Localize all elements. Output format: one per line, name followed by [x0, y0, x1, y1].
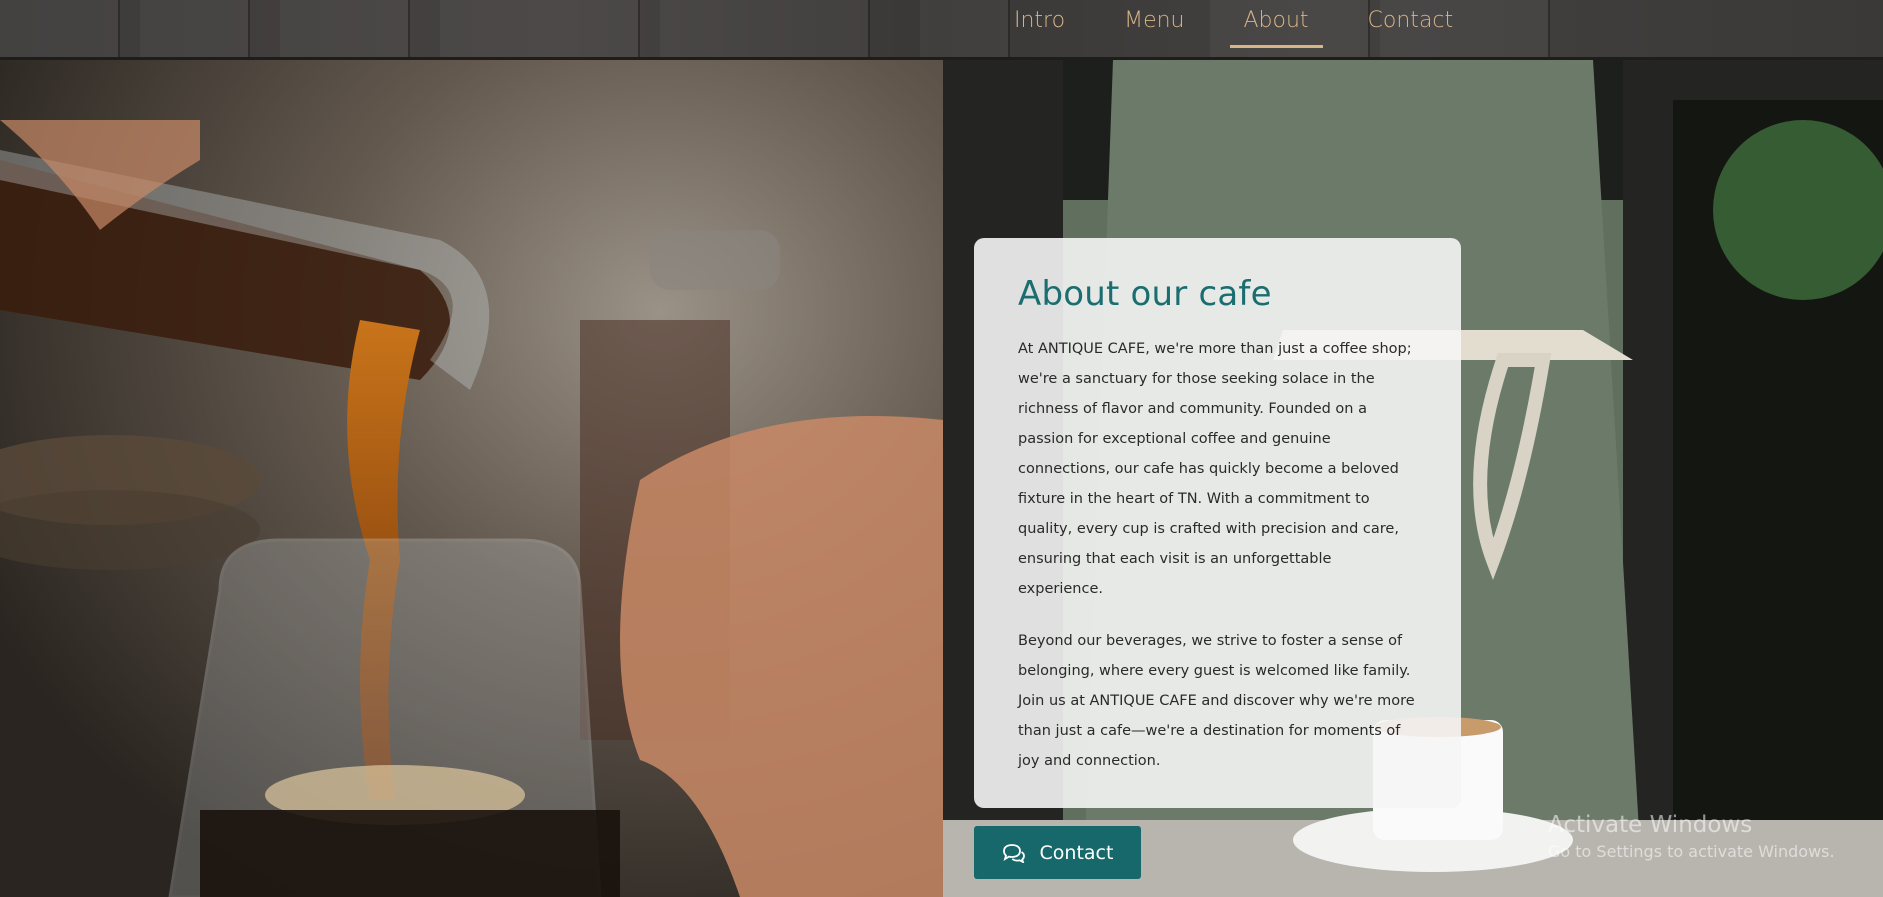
coffee-pour-image: [0, 60, 943, 897]
navbar-bg-shelf: [440, 0, 640, 57]
coffee-pour-illustration: [0, 60, 943, 897]
watermark-title: Activate Windows: [1548, 812, 1753, 838]
navbar-bg-shelf: [0, 0, 120, 57]
navbar-bg-shelf: [660, 0, 870, 57]
about-paragraph-2: Beyond our beverages, we strive to foste…: [1018, 633, 1415, 769]
contact-button[interactable]: Contact: [974, 826, 1141, 879]
comments-icon: [1002, 843, 1025, 863]
nav-item-about[interactable]: About: [1229, 0, 1323, 57]
contact-button-label: Contact: [1039, 841, 1114, 864]
nav-item-contact[interactable]: Contact: [1354, 0, 1468, 57]
nav-item-intro[interactable]: Intro: [1000, 0, 1079, 57]
about-card: About our cafe At ANTIQUE CAFE, we're mo…: [974, 238, 1461, 808]
windows-activation-watermark: Activate Windows Go to Settings to activ…: [1548, 812, 1835, 861]
watermark-subtitle: Go to Settings to activate Windows.: [1548, 842, 1835, 861]
about-paragraph-1: At ANTIQUE CAFE, we're more than just a …: [1018, 341, 1412, 597]
nav-item-menu[interactable]: Menu: [1110, 0, 1198, 57]
navbar: Intro Menu About Contact: [0, 0, 1883, 60]
about-title: About our cafe: [1018, 274, 1272, 314]
navbar-bg-shelf: [920, 0, 1010, 57]
navbar-bg-shelf: [140, 0, 250, 57]
nav-links: Intro Menu About Contact: [1000, 0, 1498, 57]
navbar-bg-shelf: [280, 0, 410, 57]
